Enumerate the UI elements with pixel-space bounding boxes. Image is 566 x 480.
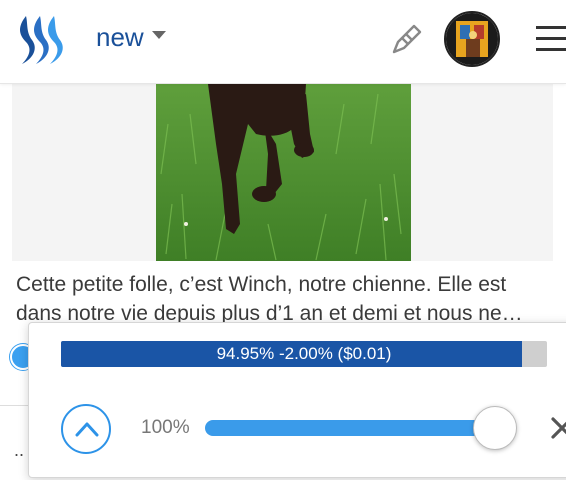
pen-icon[interactable]	[388, 22, 424, 58]
post-image-area	[12, 84, 553, 261]
voting-power-label: 94.95% -2.00% ($0.01)	[216, 344, 392, 363]
post-photo[interactable]	[156, 84, 411, 261]
voting-power-bar: 94.95% -2.00% ($0.01)	[61, 341, 547, 367]
steemit-logo-icon[interactable]	[16, 12, 70, 68]
top-navbar: new	[0, 0, 566, 84]
sort-dropdown[interactable]: new	[96, 22, 166, 53]
chevron-up-icon	[75, 422, 99, 437]
vote-weight-label: 100%	[141, 417, 190, 438]
close-icon[interactable]	[549, 415, 566, 441]
upvote-button[interactable]	[61, 404, 111, 454]
vote-weight-popup: 94.95% -2.00% ($0.01) 100%	[28, 322, 566, 478]
vote-weight-slider[interactable]	[205, 406, 517, 450]
post-summary[interactable]: Cette petite folle, c’est Winch, notre c…	[16, 270, 546, 328]
slider-handle[interactable]	[473, 406, 517, 450]
hamburger-menu-icon[interactable]	[536, 26, 566, 56]
ellipsis-text: ..	[14, 440, 25, 460]
caret-down-icon	[151, 30, 166, 39]
user-avatar[interactable]	[444, 11, 500, 67]
page: new Cette petite folle, c’est Winch, not…	[0, 0, 566, 480]
sort-label: new	[96, 22, 144, 52]
